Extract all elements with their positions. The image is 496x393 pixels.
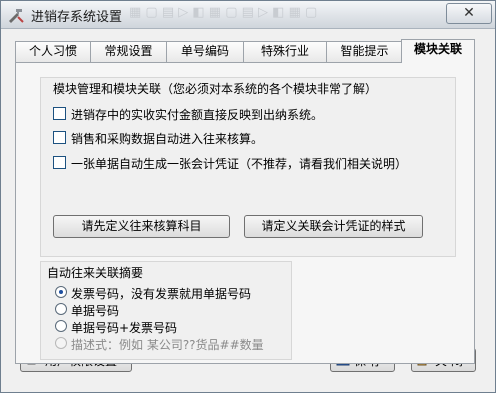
define-voucher-style-button[interactable]: 请定义关联会计凭证的样式 bbox=[244, 215, 423, 238]
define-accounts-button[interactable]: 请先定义往来核算科目 bbox=[53, 215, 230, 238]
tab-smart-prompt[interactable]: 智能提示 bbox=[326, 41, 403, 62]
radio-button bbox=[55, 337, 67, 349]
checkbox-label: 进销存中的实收实付金额直接反映到出纳系统。 bbox=[71, 108, 324, 122]
checkbox-label: 销售和采购数据自动进入往来核算。 bbox=[71, 132, 264, 146]
module-management-group: 模块管理和模块关联（您必须对本系统的各个模块非常了解） 进销存中的实收实付金额直… bbox=[40, 77, 456, 257]
tab-general-settings[interactable]: 常规设置 bbox=[90, 41, 167, 62]
checkbox-label: 一张单据自动生成一张会计凭证（不推荐，请看我们相关说明） bbox=[71, 157, 408, 171]
module-association-panel: 模块管理和模块关联（您必须对本系统的各个模块非常了解） 进销存中的实收实付金额直… bbox=[15, 62, 475, 364]
radio-button[interactable] bbox=[55, 286, 67, 298]
radio-label: 描述式：例如 某公司??货品##数量 bbox=[71, 338, 264, 352]
auto-summary-group: 自动往来关联摘要 发票号码，没有发票就用单据号码 单据号码 单据号码+发票号码 … bbox=[40, 261, 292, 360]
close-icon: ✕ bbox=[463, 5, 475, 21]
checkbox-box[interactable] bbox=[53, 131, 66, 144]
radio-button[interactable] bbox=[55, 303, 67, 315]
ghost-toolbar-icons: ▦ ▢ ▤ ▷ ◧ ▦ ▢ ▤ ▷ ◧ ▦ ▢ bbox=[129, 5, 318, 20]
radio-label: 发票号码，没有发票就用单据号码 bbox=[71, 287, 252, 301]
tab-number-coding[interactable]: 单号编码 bbox=[166, 41, 244, 62]
window-close-button[interactable]: ✕ bbox=[446, 3, 492, 24]
tab-module-association[interactable]: 模块关联 bbox=[401, 39, 475, 63]
tab-special-industry[interactable]: 特殊行业 bbox=[243, 41, 327, 62]
tab-personal-habits[interactable]: 个人习惯 bbox=[15, 41, 91, 62]
tools-app-icon bbox=[9, 9, 24, 23]
settings-window: 进销存系统设置 ▦ ▢ ▤ ▷ ◧ ▦ ▢ ▤ ▷ ◧ ▦ ▢ ✕ 个人习惯 常… bbox=[0, 0, 496, 393]
checkbox-box[interactable] bbox=[53, 156, 66, 169]
dialog-body: 个人习惯 常规设置 单号编码 特殊行业 智能提示 模块关联 模块管理和模块关联（… bbox=[1, 29, 495, 392]
radio-label: 单据号码 bbox=[71, 304, 120, 318]
summary-group-title: 自动往来关联摘要 bbox=[47, 266, 144, 280]
title-bar[interactable]: 进销存系统设置 ▦ ▢ ▤ ▷ ◧ ▦ ▢ ▤ ▷ ◧ ▦ ▢ ✕ bbox=[1, 1, 495, 29]
checkbox-box[interactable] bbox=[53, 107, 66, 120]
radio-label: 单据号码+发票号码 bbox=[71, 321, 178, 335]
radio-button[interactable] bbox=[55, 320, 67, 332]
window-title: 进销存系统设置 bbox=[31, 10, 123, 25]
module-group-title: 模块管理和模块关联（您必须对本系统的各个模块非常了解） bbox=[53, 82, 378, 96]
